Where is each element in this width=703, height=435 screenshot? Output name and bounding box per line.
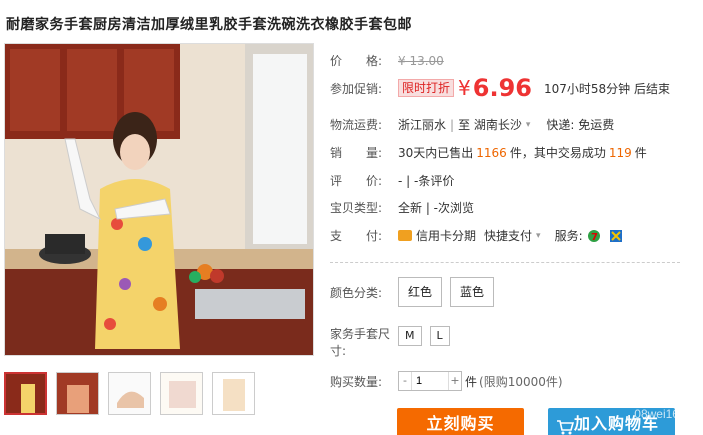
sales-label: 销 量: (330, 146, 383, 160)
credit-card-icon (398, 230, 412, 241)
quantity-stepper: - + (398, 371, 462, 391)
color-row: 颜色分类: 红色 蓝色 (330, 277, 502, 307)
item-type-label: 宝贝类型: (330, 201, 383, 215)
main-product-image[interactable] (4, 43, 314, 356)
size-row: 家务手套尺寸: M L (330, 326, 458, 360)
promo-label: 参加促销: (330, 81, 383, 96)
rating-value[interactable]: - | -条评价 (398, 172, 454, 189)
promo-countdown: 107小时58分钟 后结束 (543, 81, 670, 96)
service-label: 服务: (554, 229, 583, 243)
quantity-unit: 件 (465, 374, 478, 389)
chevron-down-icon[interactable]: ▾ (536, 231, 541, 241)
thumbnail-4[interactable] (160, 372, 203, 415)
price-label: 价 格: (330, 54, 383, 68)
chevron-down-icon[interactable]: ▾ (526, 120, 531, 130)
rating-label: 评 价: (330, 174, 383, 188)
thumbnail-5[interactable] (212, 372, 255, 415)
original-price: ¥ 13.00 (398, 53, 444, 68)
buy-now-button[interactable]: 立刻购买 (397, 408, 524, 435)
credit-installment[interactable]: 信用卡分期 (416, 227, 476, 244)
thumbnail-3[interactable] (108, 372, 151, 415)
cart-icon (556, 414, 575, 435)
promo-tag: 限时打折 (398, 79, 455, 97)
color-label: 颜色分类: (330, 285, 383, 300)
size-label: 家务手套尺寸: (330, 327, 391, 358)
sales-prefix: 30天内已售出 (398, 146, 474, 160)
thumbnail-2[interactable] (56, 372, 99, 415)
sales-row: 销 量: 30天内已售出 1166 件，其中交易成功 119 件 (330, 144, 647, 161)
quantity-row: 购买数量: - + 件 (限购10000件) (330, 371, 563, 391)
price-row: 价 格: ¥ 13.00 (330, 52, 444, 69)
quick-pay[interactable]: 快捷支付 (484, 227, 532, 244)
promo-price: 6.96 (472, 74, 532, 102)
sales-success: 119 (608, 145, 632, 160)
quantity-limit: (限购10000件) (479, 374, 563, 389)
sales-mid: 件，其中交易成功 (509, 146, 606, 160)
svg-text:7: 7 (591, 232, 598, 243)
divider (330, 262, 680, 263)
payment-row: 支 付: 信用卡分期 快捷支付 ▾ 服务: 7 (330, 227, 623, 244)
color-option-red[interactable]: 红色 (398, 277, 443, 307)
quantity-minus-button[interactable]: - (399, 372, 411, 390)
shipping-label: 物流运费: (330, 118, 383, 132)
seven-day-return-icon[interactable]: 7 (587, 229, 601, 243)
shipping-row: 物流运费: 浙江丽水 | 至 湖南长沙 ▾ 快递: 免运费 (330, 116, 615, 133)
promo-yen: ¥ (458, 76, 471, 100)
item-type-value: 全新 | -次浏览 (398, 201, 475, 215)
sales-suffix: 件 (634, 146, 647, 160)
quantity-label: 购买数量: (330, 374, 383, 389)
quantity-input[interactable] (411, 372, 449, 390)
product-title: 耐磨家务手套厨房清洁加厚绒里乳胶手套洗碗洗衣橡胶手套包邮 (6, 17, 412, 33)
promo-row: 参加促销: 限时打折 ¥ 6.96 107小时58分钟 后结束 (330, 74, 670, 102)
size-option-l[interactable]: L (429, 326, 450, 346)
rating-row: 评 价: - | -条评价 (330, 172, 454, 189)
thumbnail-strip (4, 372, 255, 415)
size-option-m[interactable]: M (398, 326, 422, 346)
item-type-row: 宝贝类型: 全新 | -次浏览 (330, 199, 474, 216)
guarantee-icon[interactable] (609, 229, 623, 243)
sales-count: 1166 (476, 145, 507, 160)
payment-label: 支 付: (330, 229, 383, 243)
shipping-to[interactable]: 至 湖南长沙 (458, 116, 522, 133)
thumbnail-1[interactable] (4, 372, 47, 415)
kitchen-scene-illustration (5, 44, 313, 355)
watermark: 08wei16.co (634, 407, 695, 421)
color-option-blue[interactable]: 蓝色 (450, 277, 495, 307)
quantity-plus-button[interactable]: + (449, 372, 461, 390)
shipping-from: 浙江丽水 (398, 118, 447, 132)
express-fee: 快递: 免运费 (546, 118, 615, 132)
